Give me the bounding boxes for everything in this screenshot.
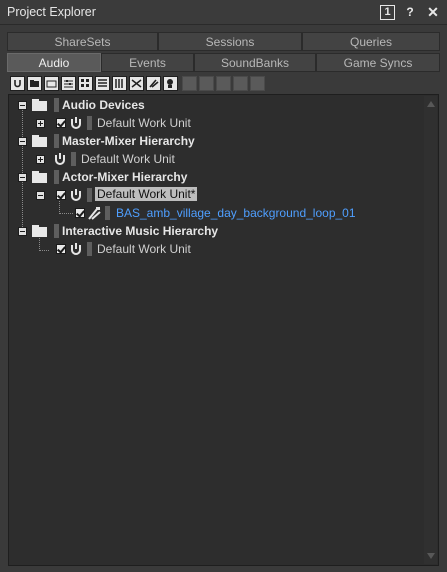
music-playlist-icon[interactable] [199, 76, 214, 91]
tab-game-syncs[interactable]: Game Syncs [316, 53, 440, 72]
tree-label: Actor-Mixer Hierarchy [62, 170, 188, 184]
actor-mixer-icon[interactable] [61, 76, 76, 91]
tree-label: BAS_amb_village_day_background_loop_01 [116, 206, 356, 220]
folder-icon [32, 225, 47, 237]
title-bar: Project Explorer 1 ? ✕ [0, 0, 447, 25]
sound-voice-icon[interactable] [163, 76, 178, 91]
collapse-toggle[interactable] [36, 191, 45, 200]
tab-sessions[interactable]: Sessions [158, 32, 302, 51]
switch-container-icon[interactable] [112, 76, 127, 91]
tab-sharesets[interactable]: ShareSets [7, 32, 158, 51]
tree-label: Master-Mixer Hierarchy [62, 134, 195, 148]
sound-sfx-icon[interactable] [146, 76, 161, 91]
vertical-scrollbar[interactable] [424, 96, 437, 564]
close-icon[interactable]: ✕ [425, 4, 441, 20]
tree-connector [39, 235, 41, 251]
scroll-down-arrow-icon[interactable] [427, 553, 435, 559]
music-segment-icon[interactable] [216, 76, 231, 91]
toolbar [8, 75, 440, 93]
expand-toggle[interactable] [36, 155, 45, 164]
bus-icon[interactable] [250, 76, 265, 91]
tab-queries[interactable]: Queries [302, 32, 440, 51]
hierarchy-tree[interactable]: Audio Devices Default Work Unit Master-M… [8, 94, 439, 566]
help-icon[interactable]: ? [402, 4, 418, 20]
collapse-toggle[interactable] [18, 101, 27, 110]
folder-icon [32, 135, 47, 147]
work-unit-icon [71, 189, 81, 201]
collapse-toggle[interactable] [18, 227, 27, 236]
tab-soundbanks[interactable]: SoundBanks [194, 53, 316, 72]
color-tag [54, 134, 59, 148]
tree-label: Default Work Unit [97, 242, 191, 256]
work-unit-icon [71, 117, 81, 129]
tree-label: Interactive Music Hierarchy [62, 224, 219, 238]
sequence-container-icon[interactable] [95, 76, 110, 91]
random-container-icon[interactable] [78, 76, 93, 91]
tree-label: Audio Devices [62, 98, 145, 112]
include-checkbox[interactable] [75, 208, 85, 218]
folder-icon[interactable] [27, 76, 42, 91]
expand-toggle[interactable] [36, 119, 45, 128]
music-track-icon[interactable] [233, 76, 248, 91]
tree-label: Default Work Unit [97, 116, 191, 130]
tab-events[interactable]: Events [101, 53, 194, 72]
tree-label: Default Work Unit* [95, 187, 198, 201]
folder-icon [32, 171, 47, 183]
tree-connector [22, 181, 24, 231]
color-tag [54, 224, 59, 238]
tree-connector [59, 213, 73, 215]
include-checkbox[interactable] [56, 118, 66, 128]
instance-number-button[interactable]: 1 [380, 5, 395, 20]
tab-audio[interactable]: Audio [7, 53, 101, 72]
include-checkbox[interactable] [56, 244, 66, 254]
color-tag [105, 206, 110, 220]
scroll-up-arrow-icon[interactable] [427, 101, 435, 107]
color-tag [87, 188, 92, 202]
tree-label: Default Work Unit [81, 152, 175, 166]
work-unit-icon[interactable] [10, 76, 25, 91]
include-checkbox[interactable] [56, 190, 66, 200]
tree-connector [59, 199, 61, 214]
music-switch-icon[interactable] [182, 76, 197, 91]
collapse-toggle[interactable] [18, 173, 27, 182]
virtual-folder-icon[interactable] [44, 76, 59, 91]
work-unit-icon [71, 243, 81, 255]
work-unit-icon [55, 153, 65, 165]
color-tag [54, 98, 59, 112]
blend-container-icon[interactable] [129, 76, 144, 91]
sound-sfx-icon [88, 207, 101, 220]
folder-icon [32, 99, 47, 111]
color-tag [87, 116, 92, 130]
window-title: Project Explorer [7, 5, 96, 19]
color-tag [71, 152, 76, 166]
project-explorer-window: Project Explorer 1 ? ✕ ShareSets Session… [0, 0, 447, 572]
collapse-toggle[interactable] [18, 137, 27, 146]
color-tag [87, 242, 92, 256]
color-tag [54, 170, 59, 184]
tree-connector [39, 250, 49, 252]
